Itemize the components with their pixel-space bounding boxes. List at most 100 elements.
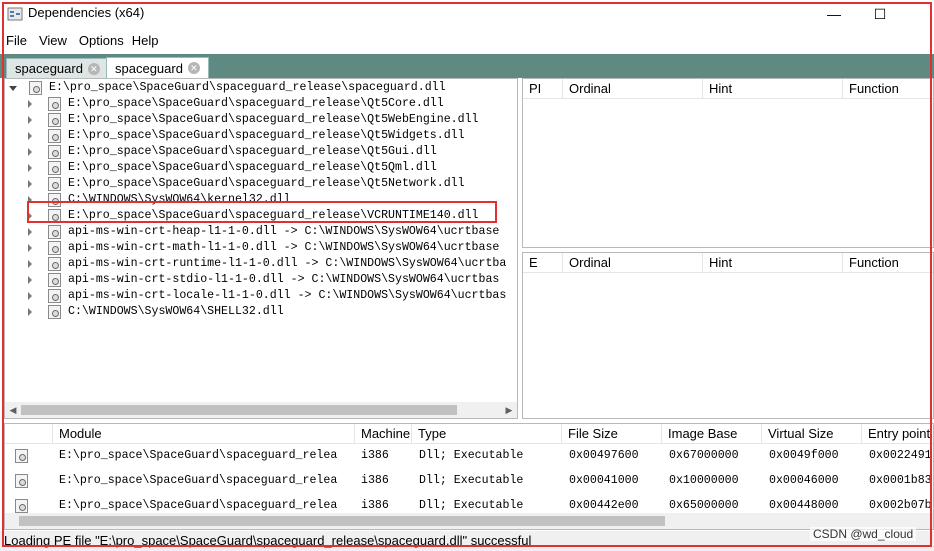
dll-icon [48,257,61,271]
tree-node-label: E:\pro_space\SpaceGuard\spaceguard_relea… [68,129,465,142]
collapsed-arrow-icon[interactable] [28,100,32,108]
watermark: CSDN @wd_cloud [810,527,917,541]
tree-node-label: E:\pro_space\SpaceGuard\spaceguard_relea… [68,209,479,222]
dll-icon [48,129,61,143]
dll-icon [48,193,61,207]
tree-node-label: E:\pro_space\SpaceGuard\spaceguard_relea… [68,145,437,158]
tree-node[interactable]: E:\pro_space\SpaceGuard\spaceguard_relea… [5,144,517,160]
table-cell: 0x10000000 [669,474,739,487]
collapsed-arrow-icon[interactable] [28,116,32,124]
dll-icon [48,97,61,111]
expanded-arrow-icon[interactable] [9,86,17,91]
tab-spaceguard-1[interactable]: spaceguard ✕ [6,58,109,78]
table-cell: 0x00497600 [569,449,639,462]
dependency-tree[interactable]: E:\pro_space\SpaceGuard\spaceguard_relea… [4,78,518,419]
tree-node[interactable]: E:\pro_space\SpaceGuard\spaceguard_relea… [5,96,517,112]
scroll-thumb[interactable] [21,405,457,415]
modules-table-header: Module Machine Type File Size Image Base… [5,424,933,444]
menu-file[interactable]: File [0,30,33,52]
dll-icon [48,177,61,191]
column-virtual-size[interactable]: Virtual Size [762,424,862,444]
column-file-size[interactable]: File Size [562,424,662,444]
table-cell: 0x0001b83 [869,474,932,487]
column-function[interactable]: Function [843,79,933,99]
collapsed-arrow-icon[interactable] [28,292,32,300]
column-ordinal[interactable]: Ordinal [563,253,703,273]
close-icon[interactable]: ✕ [187,62,200,74]
tree-node[interactable]: C:\WINDOWS\SysWOW64\kernel32.dll [5,192,517,208]
column-hint[interactable]: Hint [703,79,843,99]
column-hint[interactable]: Hint [703,253,843,273]
dll-icon [48,289,61,303]
menu-view[interactable]: View [33,30,73,52]
tree-node-label: api-ms-win-crt-stdio-l1-1-0.dll -> C:\WI… [68,273,500,286]
column-pi[interactable]: PI [523,79,563,99]
window-title: Dependencies (x64) [28,5,145,20]
tab-spaceguard-2[interactable]: spaceguard ✕ [106,57,209,78]
collapsed-arrow-icon[interactable] [28,276,32,284]
collapsed-arrow-icon[interactable] [28,148,32,156]
scroll-right-icon[interactable]: ▶ [501,402,517,418]
column-image-base[interactable]: Image Base [662,424,762,444]
tree-node[interactable]: api-ms-win-crt-math-l1-1-0.dll -> C:\WIN… [5,240,517,256]
tree-node[interactable]: api-ms-win-crt-locale-l1-1-0.dll -> C:\W… [5,288,517,304]
dll-icon [48,225,61,239]
table-cell: 0x67000000 [669,449,739,462]
tree-node-label: E:\pro_space\SpaceGuard\spaceguard_relea… [68,113,479,126]
collapsed-arrow-icon[interactable] [28,212,32,220]
collapsed-arrow-icon[interactable] [28,132,32,140]
table-cell: Dll; Executable [419,449,524,462]
collapsed-arrow-icon[interactable] [28,308,32,316]
table-row[interactable]: E:\pro_space\SpaceGuard\spaceguard_relea… [5,468,933,493]
tree-horizontal-scrollbar[interactable]: ◀ ▶ [5,402,517,418]
column-machine[interactable]: Machine [355,424,412,444]
table-cell: E:\pro_space\SpaceGuard\spaceguard_relea [59,474,338,487]
collapsed-arrow-icon[interactable] [28,164,32,172]
minimize-button[interactable]: — [812,0,856,28]
minimize-icon: — [827,6,841,22]
tree-node[interactable]: E:\pro_space\SpaceGuard\spaceguard_relea… [5,112,517,128]
table-cell: 0x0049f000 [769,449,839,462]
tree-node[interactable]: E:\pro_space\SpaceGuard\spaceguard_relea… [5,80,517,96]
dll-icon [48,273,61,287]
tree-node[interactable]: E:\pro_space\SpaceGuard\spaceguard_relea… [5,176,517,192]
scroll-thumb[interactable] [19,516,665,526]
tree-node[interactable]: E:\pro_space\SpaceGuard\spaceguard_relea… [5,208,517,224]
tree-node[interactable]: api-ms-win-crt-heap-l1-1-0.dll -> C:\WIN… [5,224,517,240]
collapsed-arrow-icon[interactable] [28,228,32,236]
tree-node[interactable]: E:\pro_space\SpaceGuard\spaceguard_relea… [5,160,517,176]
tree-node[interactable]: E:\pro_space\SpaceGuard\spaceguard_relea… [5,128,517,144]
table-cell: 0x0022491 [869,449,932,462]
menu-options[interactable]: Options [73,30,130,52]
collapsed-arrow-icon[interactable] [28,260,32,268]
modules-horizontal-scrollbar[interactable] [5,513,933,529]
tree-node-label: E:\pro_space\SpaceGuard\spaceguard_relea… [68,161,437,174]
tree-node[interactable]: api-ms-win-crt-runtime-l1-1-0.dll -> C:\… [5,256,517,272]
column-ordinal[interactable]: Ordinal [563,79,703,99]
modules-table[interactable]: Module Machine Type File Size Image Base… [4,423,934,530]
app-icon [7,7,23,21]
table-row[interactable]: E:\pro_space\SpaceGuard\spaceguard_relea… [5,443,933,468]
dll-icon [15,474,28,488]
collapsed-arrow-icon[interactable] [28,180,32,188]
close-icon[interactable]: ✕ [87,62,100,75]
scroll-left-icon[interactable]: ◀ [5,402,21,418]
maximize-button[interactable]: ☐ [858,0,902,28]
tree-node[interactable]: api-ms-win-crt-stdio-l1-1-0.dll -> C:\WI… [5,272,517,288]
tree-node-label: E:\pro_space\SpaceGuard\spaceguard_relea… [68,177,465,190]
column-e[interactable]: E [523,253,563,273]
menu-help[interactable]: Help [126,30,165,52]
maximize-icon: ☐ [873,5,887,22]
column-entry-point[interactable]: Entry point [862,424,933,444]
collapsed-arrow-icon[interactable] [28,196,32,204]
column-function[interactable]: Function [843,253,933,273]
collapsed-arrow-icon[interactable] [28,244,32,252]
column-icon[interactable] [5,424,53,444]
tree-node[interactable]: C:\WINDOWS\SysWOW64\SHELL32.dll [5,304,517,320]
column-module[interactable]: Module [53,424,355,444]
dll-icon [29,81,42,95]
dll-icon [15,449,28,463]
exports-table[interactable]: E Ordinal Hint Function [522,252,934,419]
imports-table[interactable]: PI Ordinal Hint Function [522,78,934,248]
column-type[interactable]: Type [412,424,562,444]
